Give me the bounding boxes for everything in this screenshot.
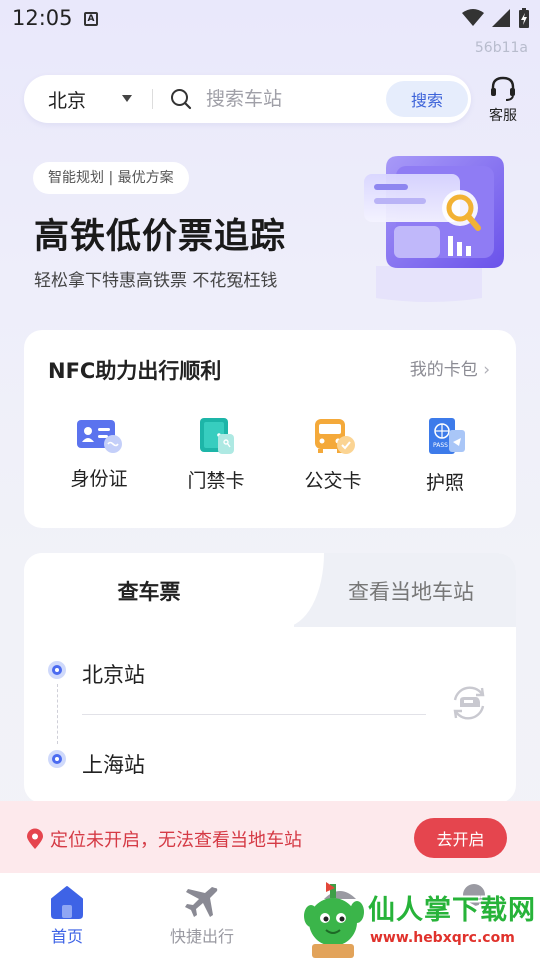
access-card-icon (200, 418, 234, 454)
site-watermark: 仙人掌下载网 www.hebxqrc.com (300, 878, 540, 960)
my-wallet-label: 我的卡包 (409, 360, 478, 380)
origin-dot-icon (48, 661, 66, 679)
customer-service-button[interactable]: 客服 (483, 75, 523, 125)
signal-icon (492, 9, 510, 27)
status-bar: 12:05 A (0, 0, 540, 38)
headset-icon (491, 76, 515, 101)
passport-icon: PASS (429, 418, 465, 454)
hero-title: 高铁低价票追踪 (34, 217, 287, 257)
nfc-item-label: 公交卡 (304, 470, 362, 492)
nav-home[interactable]: 首页 (13, 885, 121, 947)
nfc-item-id-card[interactable]: 身份证 (54, 416, 144, 491)
station-divider (82, 714, 426, 715)
search-icon (171, 89, 192, 110)
svg-text:PASS: PASS (433, 442, 448, 449)
status-time: 12:05 (12, 6, 73, 30)
location-alert-bar: 定位未开启，无法查看当地车站 去开启 (0, 801, 540, 873)
nfc-item-access-card[interactable]: 门禁卡 (171, 416, 261, 493)
nav-quick-travel[interactable]: 快捷出行 (148, 885, 256, 947)
watermark-title: 仙人掌下载网 (368, 895, 536, 926)
nfc-title: NFC助力出行顺利 (48, 359, 222, 383)
bus-card-icon (315, 419, 355, 454)
my-wallet-link[interactable]: 我的卡包 › (410, 355, 490, 380)
battery-icon (519, 8, 529, 28)
id-card-icon (77, 420, 122, 453)
nfc-card: NFC助力出行顺利 我的卡包 › 身份证 门禁卡 公交卡 PASS 护照 (24, 330, 516, 528)
nfc-item-label: 身份证 (70, 468, 128, 490)
watermark-url: www.hebxqrc.com (370, 930, 515, 946)
location-pin-icon (27, 828, 43, 849)
nav-quick-travel-label: 快捷出行 (169, 927, 234, 946)
home-icon (51, 886, 83, 919)
tab-search-tickets[interactable]: 查车票 (24, 553, 294, 627)
customer-service-label: 客服 (489, 108, 517, 124)
origin-station[interactable]: 北京站 (82, 659, 145, 689)
chevron-right-icon: › (483, 360, 490, 380)
system-icons (462, 8, 530, 28)
hero-subtitle: 轻松拿下特惠高铁票 不花冤枉钱 (34, 271, 278, 291)
nfc-item-label: 护照 (425, 472, 464, 494)
ticket-tracking-illustration (364, 156, 504, 302)
search-button[interactable]: 搜索 (386, 81, 468, 117)
build-tag: 56b11a (474, 40, 528, 56)
city-selector[interactable]: 北京 (48, 86, 86, 113)
wifi-icon (462, 9, 484, 26)
search-bar: 北京 搜索 (24, 75, 471, 123)
search-input[interactable] (206, 83, 402, 115)
notification-a-icon: A (84, 12, 98, 26)
nav-home-label: 首页 (50, 927, 83, 946)
swap-stations-icon[interactable] (448, 682, 490, 724)
location-alert-text: 定位未开启，无法查看当地车站 (50, 830, 302, 851)
nfc-item-label: 门禁卡 (187, 470, 245, 492)
enable-location-button[interactable]: 去开启 (414, 818, 507, 858)
destination-station[interactable]: 上海站 (82, 749, 145, 779)
search-divider (152, 89, 153, 109)
airplane-icon (185, 887, 218, 917)
nfc-item-bus-card[interactable]: 公交卡 (288, 416, 378, 493)
route-dashed-line (57, 684, 58, 744)
cactus-logo-icon (304, 882, 364, 958)
hero-tagline: 智能规划 | 最优方案 (33, 162, 189, 194)
city-dropdown-caret-icon[interactable] (122, 95, 132, 102)
nfc-item-passport[interactable]: PASS 护照 (400, 416, 490, 495)
destination-dot-icon (48, 750, 66, 768)
